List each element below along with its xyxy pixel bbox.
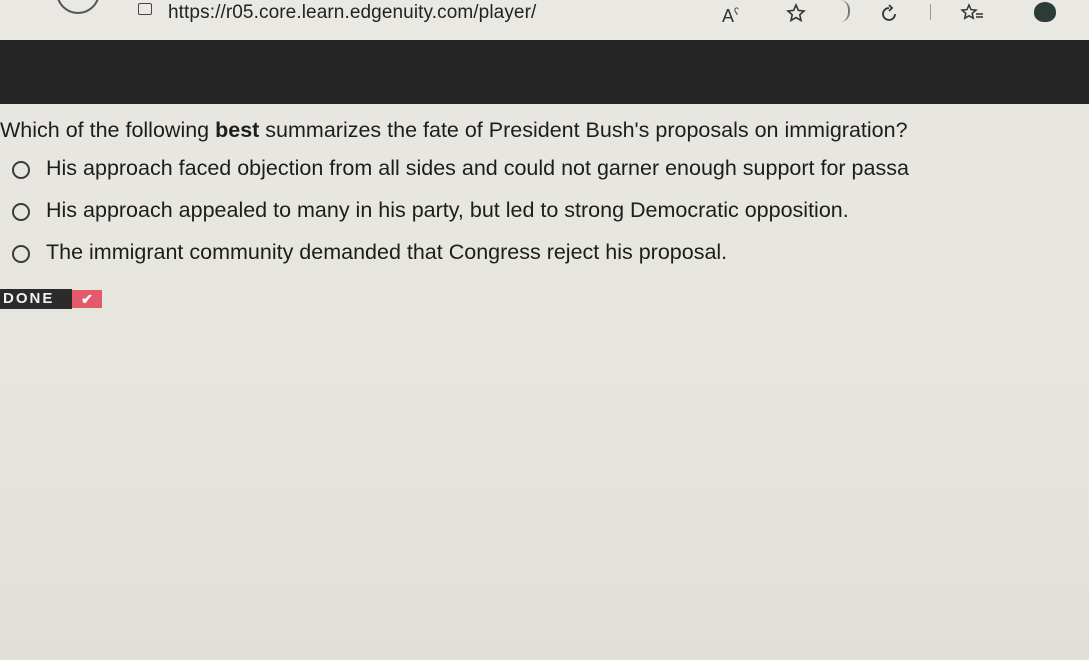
- radio-button[interactable]: [12, 161, 30, 179]
- check-icon: ✔: [72, 290, 102, 308]
- done-label: DONE: [0, 289, 72, 309]
- answer-text: The immigrant community demanded that Co…: [46, 240, 728, 264]
- done-badge[interactable]: DONE ✔: [0, 289, 102, 309]
- radio-button[interactable]: [12, 203, 30, 221]
- favorites-list-icon[interactable]: [960, 3, 984, 28]
- profile-icon[interactable]: [1034, 2, 1056, 22]
- screen: https://r05.core.learn.edgenuity.com/pla…: [0, 0, 1089, 660]
- answer-text: His approach appealed to many in his par…: [46, 198, 849, 222]
- address-bar[interactable]: https://r05.core.learn.edgenuity.com/pla…: [168, 2, 536, 24]
- answer-option-1[interactable]: His approach faced objection from all si…: [0, 156, 1089, 186]
- question-suffix: summarizes the fate of President Bush's …: [259, 118, 908, 142]
- answer-text: His approach faced objection from all si…: [46, 156, 909, 180]
- toolbar-divider: [930, 4, 931, 20]
- read-aloud-icon[interactable]: Aʕ: [722, 3, 739, 26]
- address-bar-edge: [838, 0, 850, 22]
- refresh-icon[interactable]: [878, 3, 900, 29]
- star-icon[interactable]: [786, 3, 806, 28]
- browser-toolbar: https://r05.core.learn.edgenuity.com/pla…: [0, 0, 1089, 41]
- question-text: Which of the following best summarizes t…: [0, 118, 908, 143]
- read-aloud-sup: ʕ: [734, 7, 740, 18]
- radio-button[interactable]: [12, 245, 30, 263]
- question-prefix: Which of the following: [0, 118, 216, 142]
- answer-option-3[interactable]: The immigrant community demanded that Co…: [0, 240, 1089, 270]
- answer-option-2[interactable]: His approach appealed to many in his par…: [0, 198, 1089, 228]
- back-button[interactable]: [56, 0, 100, 14]
- page-info-icon[interactable]: [138, 3, 152, 15]
- read-aloud-glyph: A: [722, 6, 735, 26]
- player-header: [0, 40, 1089, 104]
- question-bold: best: [215, 118, 260, 142]
